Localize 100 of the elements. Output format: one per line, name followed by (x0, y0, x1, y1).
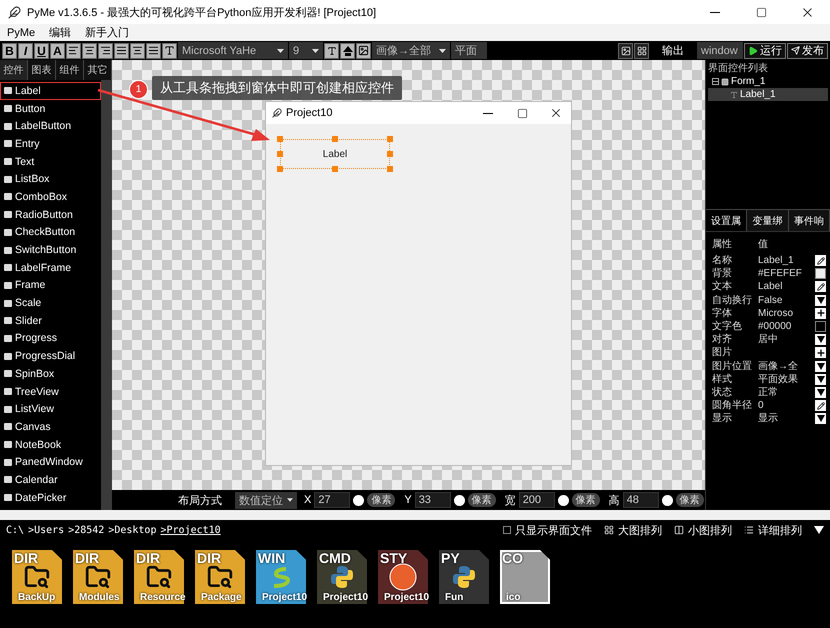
label-widget[interactable]: Label (280, 139, 390, 169)
palette-tab[interactable]: 组件 (56, 60, 84, 80)
palette-item[interactable]: LabelButton (0, 117, 101, 136)
caret-icon[interactable] (814, 526, 824, 534)
color-swatch[interactable] (815, 268, 826, 280)
palette-item[interactable]: Slider (0, 312, 101, 330)
view-option[interactable]: 详细排列 (758, 522, 802, 538)
file-tile[interactable] (317, 550, 367, 604)
input-field[interactable]: 200 (518, 492, 555, 508)
dropdown-button[interactable] (815, 374, 826, 385)
resize-handle[interactable] (387, 166, 393, 172)
palette-item[interactable]: Progress (0, 330, 101, 348)
radio-button[interactable] (558, 494, 569, 506)
run-button[interactable]: 运行 (744, 42, 786, 58)
radio-button[interactable] (662, 494, 673, 506)
palette-item[interactable]: Label (0, 82, 101, 100)
palette-item[interactable]: Canvas (0, 418, 101, 436)
dropdown-button[interactable] (815, 294, 826, 306)
resize-handle[interactable] (277, 151, 283, 157)
dropdown-button[interactable] (815, 413, 826, 424)
format-button[interactable]: U (34, 42, 49, 58)
add-button[interactable] (815, 308, 826, 319)
file-tile[interactable] (439, 550, 489, 604)
color-swatch[interactable] (815, 321, 826, 332)
resize-handle[interactable] (387, 136, 393, 142)
palette-item[interactable]: PanedWindow (0, 453, 101, 472)
dropdown-button[interactable] (815, 334, 826, 346)
resize-handle[interactable] (277, 136, 283, 142)
palette-item[interactable]: Frame (0, 276, 101, 294)
dropdown-button[interactable] (815, 386, 826, 398)
scrollbar[interactable] (101, 80, 112, 510)
image-position-select[interactable]: 画像→全部 (372, 42, 450, 59)
file-tile[interactable] (378, 550, 428, 604)
radio-button[interactable] (353, 494, 364, 506)
align-button[interactable] (98, 42, 113, 58)
input-field[interactable]: 33 (414, 492, 451, 508)
menu-item[interactable]: PyMe (7, 26, 36, 38)
add-button[interactable] (815, 347, 826, 358)
align-button[interactable] (146, 42, 161, 58)
export-button[interactable] (618, 42, 633, 58)
file-tile[interactable] (500, 550, 550, 604)
palette-item[interactable]: Button (0, 100, 101, 118)
palette-tab[interactable]: 控件 (0, 60, 28, 80)
grid-icon[interactable] (674, 525, 684, 535)
collapse-icon[interactable] (712, 78, 719, 85)
file-tile[interactable] (12, 550, 62, 604)
view-option[interactable]: 大图排列 (618, 522, 662, 538)
grid-icon[interactable] (604, 525, 614, 535)
path-segment[interactable]: >Project10 (160, 524, 221, 536)
file-tile[interactable] (195, 550, 245, 604)
format-button[interactable]: I (18, 42, 33, 58)
palette-tab[interactable]: 其它 (84, 60, 112, 80)
menu-item[interactable]: 编辑 (49, 25, 72, 40)
palette-item[interactable]: Text (0, 152, 101, 170)
palette-item[interactable]: ListBox (0, 170, 101, 188)
palette-item[interactable]: TreeView (0, 382, 101, 400)
resize-handle[interactable] (277, 166, 283, 172)
input-field[interactable]: 27 (314, 492, 350, 508)
palette-item[interactable]: RadioButton (0, 206, 101, 224)
menu-item[interactable]: 新手入门 (85, 25, 130, 40)
fill-button[interactable] (340, 42, 355, 58)
view-option[interactable]: 小图排列 (688, 522, 732, 538)
text-style-button[interactable] (324, 42, 339, 58)
path-segment[interactable]: >Desktop (108, 524, 156, 536)
palette-item[interactable]: DatePicker (0, 488, 101, 506)
align-button[interactable] (82, 42, 97, 58)
target-select[interactable]: window (697, 42, 743, 59)
path-segment[interactable]: >28542 (68, 524, 104, 536)
image-button[interactable] (356, 42, 371, 58)
list-icon[interactable] (744, 525, 754, 535)
radio-button[interactable] (454, 494, 465, 506)
palette-item[interactable]: SpinBox (0, 365, 101, 383)
edit-button[interactable] (815, 255, 826, 266)
palette-tab[interactable]: 图表 (28, 60, 56, 80)
tree-item[interactable]: Label_1 (708, 88, 828, 101)
palette-item[interactable]: NoteBook (0, 436, 101, 454)
format-button[interactable]: A (50, 42, 65, 58)
edit-button[interactable] (815, 281, 826, 292)
palette-item[interactable]: CheckButton (0, 224, 101, 242)
property-tab[interactable]: 变量绑 (747, 210, 789, 231)
checkbox[interactable] (503, 526, 511, 534)
align-button[interactable] (66, 42, 81, 58)
publish-button[interactable]: 发布 (787, 42, 828, 58)
palette-item[interactable]: ComboBox (0, 188, 101, 206)
align-button[interactable] (130, 42, 145, 58)
font-color-button[interactable] (162, 42, 177, 58)
style-select[interactable]: 平面 (451, 42, 487, 59)
format-button[interactable]: B (2, 42, 17, 58)
path-segment[interactable]: C:\ (6, 524, 24, 536)
tree-item[interactable]: Form_1 (708, 75, 828, 88)
palette-item[interactable]: ProgressDial (0, 347, 101, 365)
grid-button[interactable] (634, 42, 649, 58)
edit-button[interactable] (815, 400, 826, 412)
property-tab[interactable]: 事件响 (788, 210, 830, 231)
palette-item[interactable]: Entry (0, 135, 101, 153)
layout-mode-select[interactable]: 数值定位 (235, 492, 297, 508)
path-segment[interactable]: >Users (28, 524, 64, 536)
dropdown-button[interactable] (815, 360, 826, 372)
palette-item[interactable]: LabelFrame (0, 258, 101, 277)
file-tile[interactable] (73, 550, 123, 604)
